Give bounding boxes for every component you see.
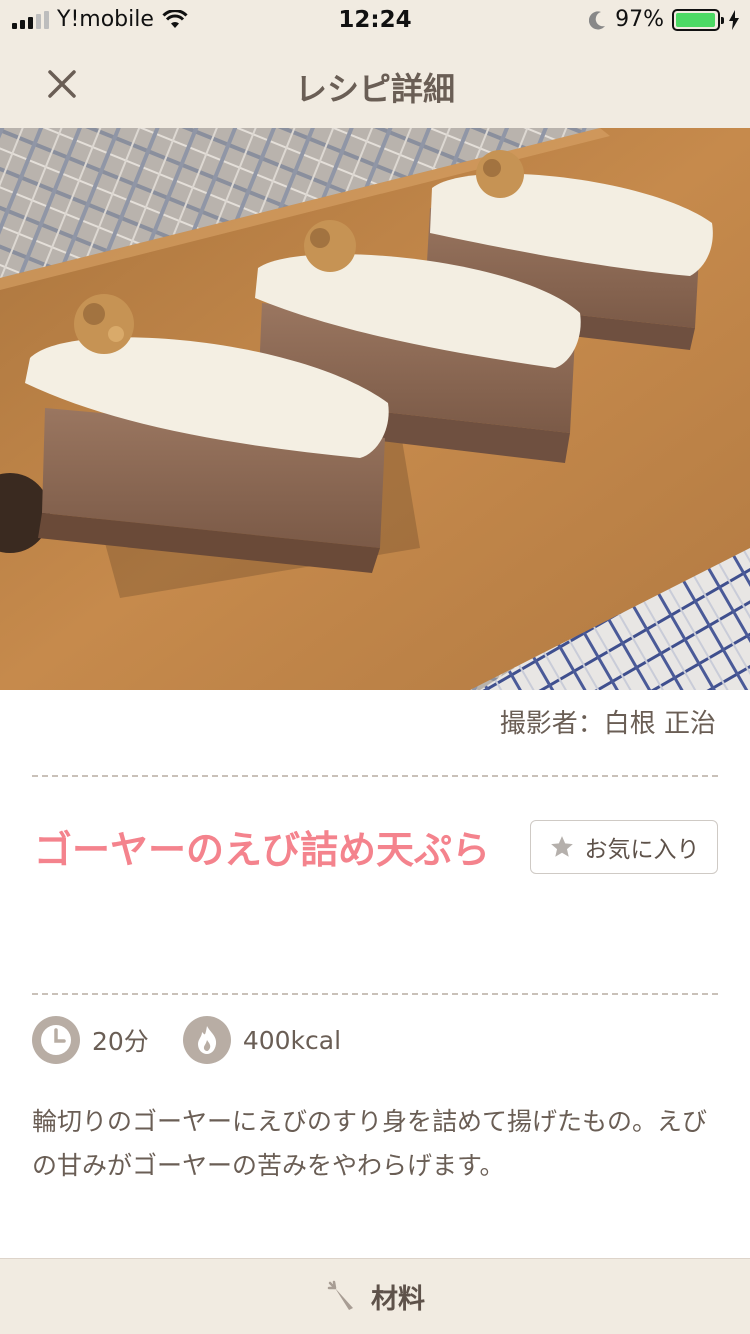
recipe-description: 輪切りのゴーヤーにえびのすり身を詰めて揚げたもの。えびの甘みがゴーヤーの苦みをや… bbox=[32, 1107, 708, 1180]
favorite-label: お気に入り bbox=[584, 837, 700, 863]
clock-icon bbox=[32, 1016, 80, 1064]
cooking-time: 20分 bbox=[32, 1016, 149, 1064]
moon-icon bbox=[589, 10, 606, 29]
recipe-title: ゴーヤーのえび詰め天ぷら bbox=[34, 827, 491, 872]
recipe-photo-image bbox=[0, 128, 750, 690]
battery-fill bbox=[676, 12, 715, 27]
recipe-meta: 20分 400kcal bbox=[32, 1016, 375, 1064]
calories: 400kcal bbox=[182, 1016, 342, 1064]
ingredients-tab-label: 材料 bbox=[371, 1284, 425, 1315]
battery-percent: 97% bbox=[615, 7, 664, 32]
cooking-time-value: 20分 bbox=[92, 1027, 149, 1056]
carrot-icon bbox=[327, 1280, 353, 1310]
top-bar: Y!mobile 12:24 97% レシピ詳細 bbox=[0, 0, 750, 128]
photo-credit: 撮影者：白根 正治 bbox=[499, 709, 716, 739]
status-bar: Y!mobile 12:24 97% bbox=[0, 0, 750, 40]
charging-icon bbox=[729, 9, 739, 30]
status-right: 97% bbox=[589, 7, 740, 32]
calories-value: 400kcal bbox=[242, 1025, 342, 1055]
flame-icon bbox=[182, 1016, 231, 1064]
battery-icon bbox=[672, 8, 724, 31]
star-icon bbox=[550, 836, 573, 857]
divider-middle bbox=[32, 993, 718, 995]
recipe-photo bbox=[0, 128, 750, 690]
page-title: レシピ詳細 bbox=[294, 70, 455, 108]
divider-top bbox=[32, 775, 718, 777]
ingredients-tab[interactable]: 材料 bbox=[0, 1258, 750, 1334]
favorite-button[interactable]: お気に入り bbox=[530, 820, 718, 874]
navigation-bar: レシピ詳細 bbox=[0, 40, 750, 128]
